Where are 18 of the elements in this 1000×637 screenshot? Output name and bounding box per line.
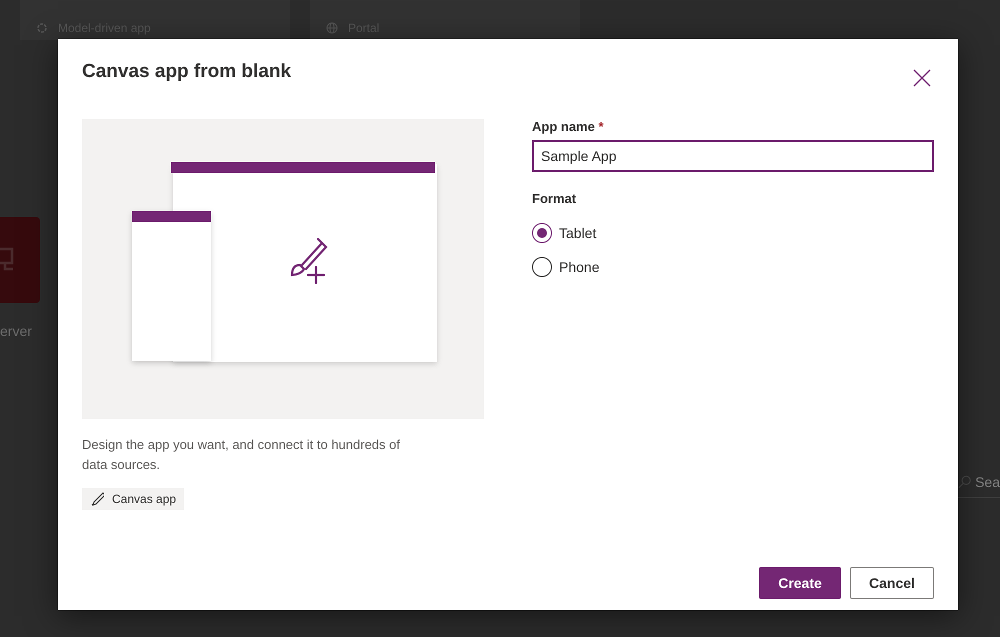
app-name-field[interactable]: Sample App [532,140,934,172]
app-tile[interactable] [0,217,40,303]
create-button[interactable]: Create [759,567,841,599]
field-label: App name * [532,119,605,134]
search-icon [958,474,972,490]
radio-option[interactable]: Tablet [532,223,934,243]
globe-icon [326,22,338,34]
monitor-icon [0,247,14,273]
close-icon [913,69,931,87]
description-text: Design the app you want, and connect it to hundreds of data sources. [82,436,401,474]
cancel-button[interactable]: Cancel [850,567,934,599]
tile-caption: erver [0,323,33,339]
close-button[interactable] [913,69,931,87]
radio-option[interactable]: Phone [532,257,934,277]
tag-label: Canvas app [112,492,176,506]
format-label: Format [532,191,578,206]
dialog-title: Canvas app from blank [82,61,292,83]
pen-icon [90,492,104,506]
